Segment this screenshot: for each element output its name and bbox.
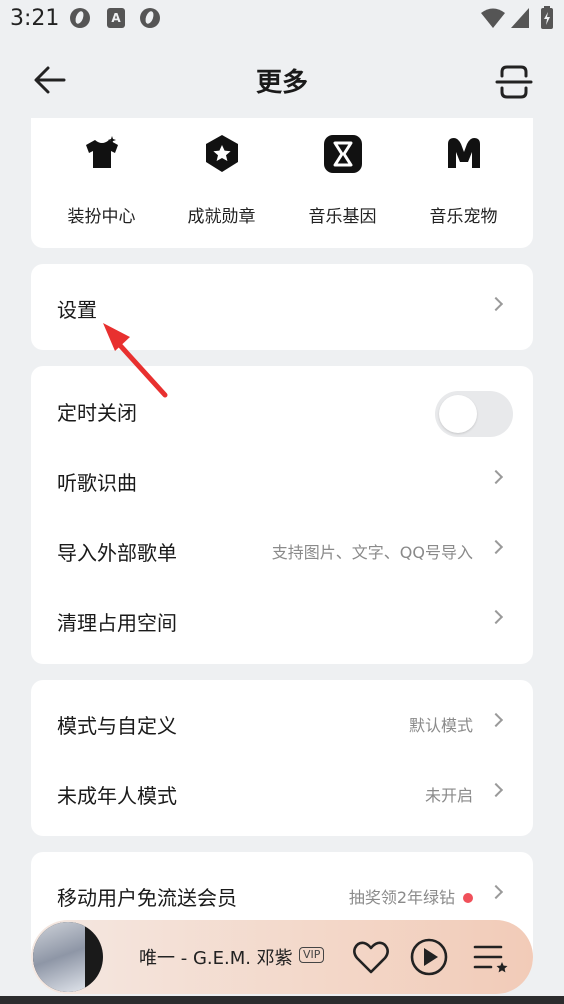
chevron-right-icon — [488, 609, 504, 625]
song-recognition-label: 听歌识曲 — [57, 471, 137, 495]
import-playlist-label: 导入外部歌单 — [57, 541, 177, 565]
grid-label: 音乐宠物 — [429, 207, 498, 227]
bottom-taskbar-strip — [0, 996, 564, 1004]
chevron-right-icon — [488, 539, 504, 555]
sleep-timer-toggle[interactable] — [435, 391, 513, 437]
screen: 3:21 A 更多 装扮中心 成就勋章 音乐基因 音乐宠物 设置 定时关闭 听歌… — [0, 0, 564, 1004]
mini-player[interactable]: 唯一 - G.E.M. 邓紫 VIP — [31, 920, 533, 994]
globe-icon — [140, 8, 160, 28]
hourglass-icon — [323, 135, 362, 173]
mode-customize-row[interactable]: 模式与自定义 默认模式 — [31, 688, 533, 758]
play-icon[interactable] — [409, 937, 449, 977]
grid-item-music-gene[interactable]: 音乐基因 — [280, 132, 405, 227]
vip-badge: VIP — [299, 947, 325, 963]
import-playlist-hint: 支持图片、文字、QQ号导入 — [271, 543, 473, 562]
playlist-icon[interactable] — [471, 938, 511, 978]
minor-mode-row[interactable]: 未成年人模式 未开启 — [31, 758, 533, 828]
battery-icon — [541, 6, 553, 29]
grid-item-music-pet[interactable]: 音乐宠物 — [401, 132, 526, 227]
heart-icon[interactable] — [351, 938, 391, 978]
globe-icon — [70, 8, 90, 28]
mode-customize-label: 模式与自定义 — [57, 714, 177, 738]
mode-customize-value: 默认模式 — [408, 716, 473, 735]
grid-item-achievements[interactable]: 成就勋章 — [159, 132, 284, 227]
import-playlist-row[interactable]: 导入外部歌单 支持图片、文字、QQ号导入 — [31, 515, 533, 585]
clear-storage-row[interactable]: 清理占用空间 — [31, 585, 533, 655]
badge-star-icon — [205, 135, 238, 172]
annotation-arrow-icon — [103, 323, 168, 398]
status-time: 3:21 — [10, 6, 60, 31]
grid-label: 装扮中心 — [67, 207, 136, 227]
signal-icon — [511, 8, 529, 28]
wifi-icon — [481, 8, 505, 28]
album-cover[interactable] — [33, 922, 103, 992]
chevron-right-icon — [488, 712, 504, 728]
free-data-promo-value: 抽奖领2年绿钻 — [348, 888, 455, 907]
sleep-timer-label: 定时关闭 — [57, 401, 137, 425]
tools-card: 定时关闭 听歌识曲 导入外部歌单 支持图片、文字、QQ号导入 清理占用空间 — [31, 366, 533, 664]
song-recognition-row[interactable]: 听歌识曲 — [31, 445, 533, 515]
now-playing-title: 唯一 - G.E.M. 邓紫 — [139, 948, 293, 969]
minor-mode-value: 未开启 — [424, 786, 473, 805]
header: 更多 — [0, 44, 564, 116]
grid-label: 成就勋章 — [187, 207, 256, 227]
tshirt-icon — [85, 136, 118, 168]
chevron-right-icon — [488, 296, 504, 312]
minor-mode-label: 未成年人模式 — [57, 784, 177, 808]
grid-item-outfit-center[interactable]: 装扮中心 — [39, 132, 164, 227]
status-bar: 3:21 A — [0, 0, 564, 40]
free-data-promo-label: 移动用户免流送会员 — [57, 886, 237, 910]
chevron-right-icon — [488, 782, 504, 798]
modes-card: 模式与自定义 默认模式 未成年人模式 未开启 — [31, 680, 533, 836]
settings-label: 设置 — [57, 298, 97, 322]
chevron-right-icon — [488, 884, 504, 900]
page-title: 更多 — [255, 68, 308, 98]
scan-icon[interactable] — [494, 62, 534, 102]
album-art — [33, 922, 85, 992]
toggle-knob — [439, 395, 477, 433]
clear-storage-label: 清理占用空间 — [57, 611, 177, 635]
feature-grid: 装扮中心 成就勋章 音乐基因 音乐宠物 — [31, 118, 533, 248]
grid-label: 音乐基因 — [308, 207, 377, 227]
font-a-icon: A — [107, 8, 125, 28]
notification-dot — [463, 893, 473, 903]
chevron-right-icon — [488, 469, 504, 485]
m-logo-icon — [447, 138, 480, 168]
